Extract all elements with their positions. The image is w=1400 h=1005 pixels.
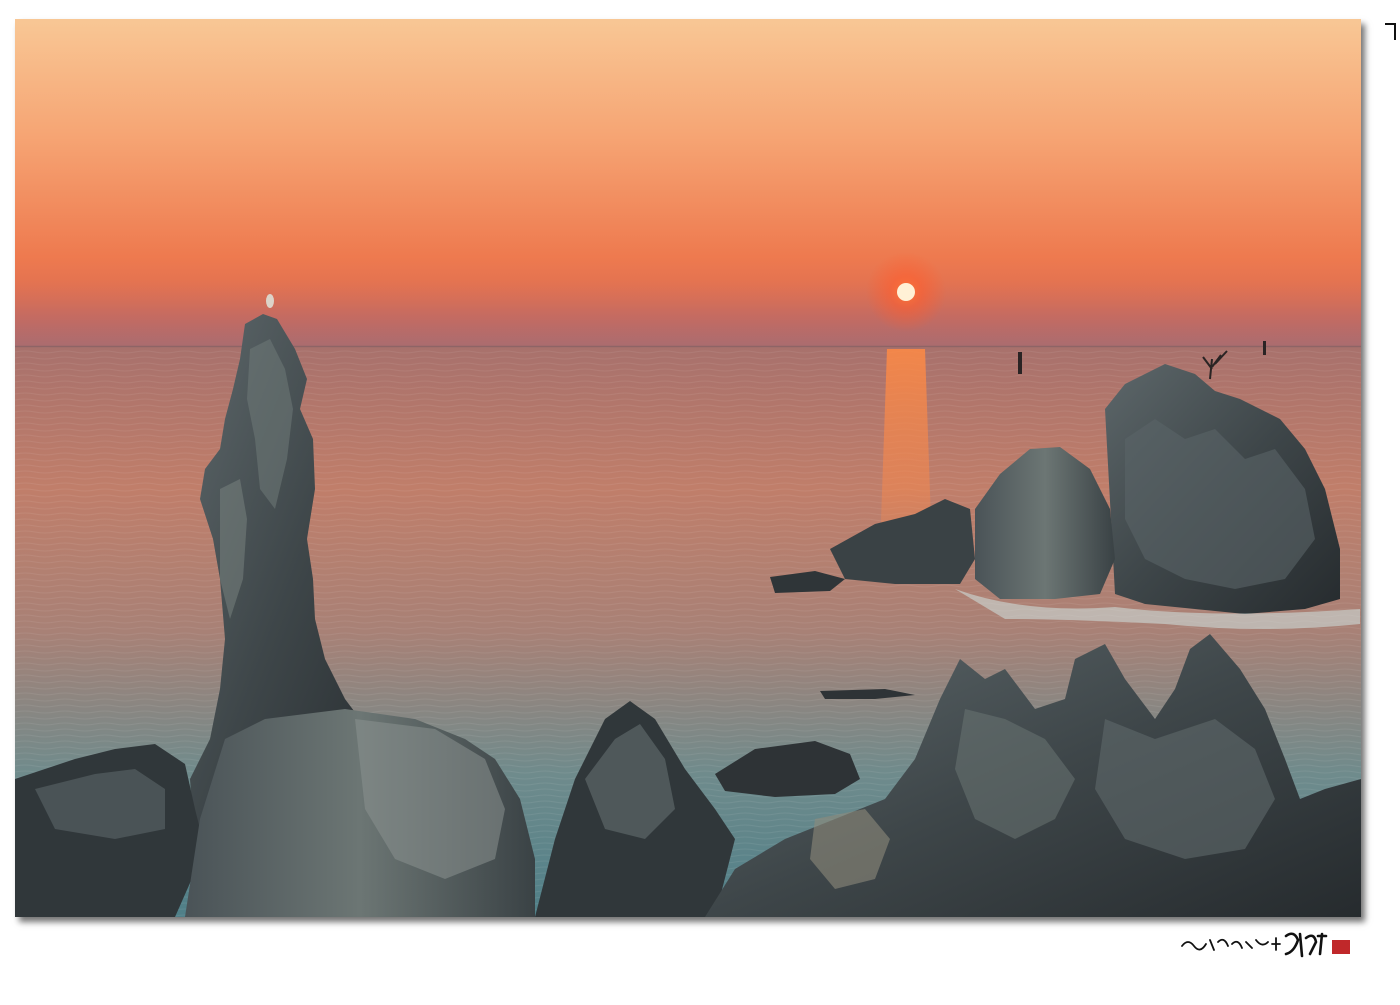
sun (897, 283, 915, 301)
page (0, 0, 1400, 1005)
horizon-haze (15, 279, 1361, 349)
photo-frame (15, 19, 1361, 917)
signature-script (1181, 937, 1281, 951)
signature-name (1284, 932, 1328, 958)
signature-stamp (1332, 940, 1350, 954)
buoy-marker-far (1263, 341, 1266, 355)
page-corner-mark (1385, 23, 1396, 40)
photographer-signature (1176, 928, 1354, 962)
sunset-photo (15, 19, 1361, 917)
buoy-marker (1018, 352, 1022, 374)
seagull (266, 294, 274, 308)
